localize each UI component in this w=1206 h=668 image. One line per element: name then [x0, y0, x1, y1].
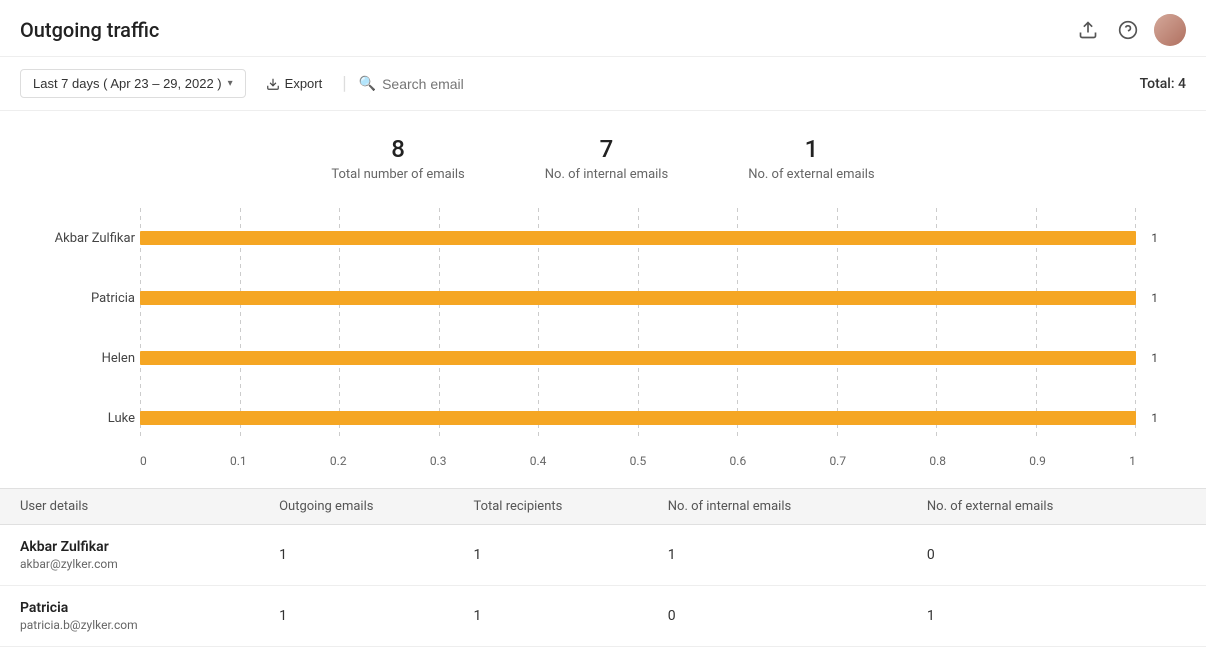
help-icon[interactable]: [1114, 16, 1142, 44]
user-name: Akbar Zulfikar: [20, 539, 279, 555]
bar: [140, 411, 1136, 425]
external-emails-cell: 1: [927, 608, 1186, 624]
x-axis-label: 0.7: [829, 454, 846, 468]
x-axis-label: 0.8: [929, 454, 946, 468]
stat-label: No. of internal emails: [545, 167, 668, 182]
total-recipients-cell: 1: [473, 608, 667, 624]
x-axis-label: 0.9: [1029, 454, 1046, 468]
bar-value: 1: [1151, 291, 1158, 305]
export-button[interactable]: Export: [258, 70, 331, 97]
page-header: Outgoing traffic: [0, 0, 1206, 57]
x-axis-label: 0.1: [230, 454, 247, 468]
table-container: User detailsOutgoing emailsTotal recipie…: [0, 488, 1206, 647]
export-label: Export: [285, 76, 323, 91]
toolbar: Last 7 days ( Apr 23 – 29, 2022 ) ▾ Expo…: [0, 57, 1206, 111]
x-axis: 0 0.1 0.2 0.3 0.4 0.5 0.6 0.7 0.8 0.9 1: [140, 448, 1136, 468]
chart-area: Akbar Zulfikar 1 Patricia 1 Helen 1 Luke…: [0, 198, 1206, 478]
external-emails-cell: 0: [927, 547, 1186, 563]
internal-emails-cell: 0: [668, 608, 927, 624]
user-name: Patricia: [20, 600, 279, 616]
stat-item: 1 No. of external emails: [748, 135, 874, 182]
user-email: akbar@zylker.com: [20, 557, 279, 571]
user-email: patricia.b@zylker.com: [20, 618, 279, 632]
x-axis-label: 0.5: [630, 454, 647, 468]
header-actions: [1074, 14, 1186, 46]
table-row: Patricia patricia.b@zylker.com 1 1 0 1: [0, 586, 1206, 647]
table-header-cell: User details: [20, 499, 279, 514]
user-info: Patricia patricia.b@zylker.com: [20, 600, 279, 632]
internal-emails-cell: 1: [668, 547, 927, 563]
bar-value: 1: [1151, 411, 1158, 425]
date-filter-button[interactable]: Last 7 days ( Apr 23 – 29, 2022 ) ▾: [20, 69, 246, 98]
chart-rows: Akbar Zulfikar 1 Patricia 1 Helen 1 Luke…: [140, 208, 1136, 448]
bar-container: 1: [140, 291, 1136, 305]
chart-row: Patricia 1: [140, 268, 1136, 328]
chart-row: Helen 1: [140, 328, 1136, 388]
stat-label: No. of external emails: [748, 167, 874, 182]
bar-container: 1: [140, 351, 1136, 365]
table-header-cell: Outgoing emails: [279, 499, 473, 514]
stat-item: 7 No. of internal emails: [545, 135, 668, 182]
stat-number: 1: [748, 135, 874, 163]
total-count: Total: 4: [1140, 76, 1186, 92]
stat-item: 8 Total number of emails: [331, 135, 464, 182]
stat-label: Total number of emails: [331, 167, 464, 182]
chart-row: Luke 1: [140, 388, 1136, 448]
stats-row: 8 Total number of emails 7 No. of intern…: [0, 111, 1206, 198]
avatar[interactable]: [1154, 14, 1186, 46]
chart-row-label: Akbar Zulfikar: [15, 231, 135, 246]
chart-inner: Akbar Zulfikar 1 Patricia 1 Helen 1 Luke…: [140, 208, 1136, 468]
stat-number: 7: [545, 135, 668, 163]
bar-value: 1: [1151, 231, 1158, 245]
bar: [140, 291, 1136, 305]
bar-value: 1: [1151, 351, 1158, 365]
x-axis-label: 0.6: [730, 454, 747, 468]
upload-icon[interactable]: [1074, 16, 1102, 44]
bar-container: 1: [140, 411, 1136, 425]
date-filter-label: Last 7 days ( Apr 23 – 29, 2022 ): [33, 76, 222, 91]
bar: [140, 351, 1136, 365]
x-axis-label: 0.4: [530, 454, 547, 468]
table-header-cell: No. of internal emails: [668, 499, 927, 514]
total-recipients-cell: 1: [473, 547, 667, 563]
table-header: User detailsOutgoing emailsTotal recipie…: [0, 489, 1206, 525]
chart-row-label: Patricia: [15, 291, 135, 306]
table-header-cell: No. of external emails: [927, 499, 1186, 514]
x-axis-label: 0.2: [330, 454, 347, 468]
chevron-down-icon: ▾: [228, 78, 233, 89]
x-axis-label: 0.3: [430, 454, 447, 468]
bar: [140, 231, 1136, 245]
search-input[interactable]: [382, 76, 659, 92]
user-info: Akbar Zulfikar akbar@zylker.com: [20, 539, 279, 571]
chart-row-label: Luke: [15, 411, 135, 426]
toolbar-separator: |: [342, 73, 346, 94]
table-row: Akbar Zulfikar akbar@zylker.com 1 1 1 0: [0, 525, 1206, 586]
x-axis-label: 0: [140, 454, 147, 468]
page-title: Outgoing traffic: [20, 18, 159, 42]
stat-number: 8: [331, 135, 464, 163]
outgoing-emails-cell: 1: [279, 547, 473, 563]
chart-row-label: Helen: [15, 351, 135, 366]
search-container: 🔍: [359, 76, 659, 92]
table-body: Akbar Zulfikar akbar@zylker.com 1 1 1 0 …: [0, 525, 1206, 647]
bar-container: 1: [140, 231, 1136, 245]
outgoing-emails-cell: 1: [279, 608, 473, 624]
chart-row: Akbar Zulfikar 1: [140, 208, 1136, 268]
x-axis-label: 1: [1129, 454, 1136, 468]
table-header-cell: Total recipients: [473, 499, 667, 514]
search-icon: 🔍: [359, 76, 376, 92]
